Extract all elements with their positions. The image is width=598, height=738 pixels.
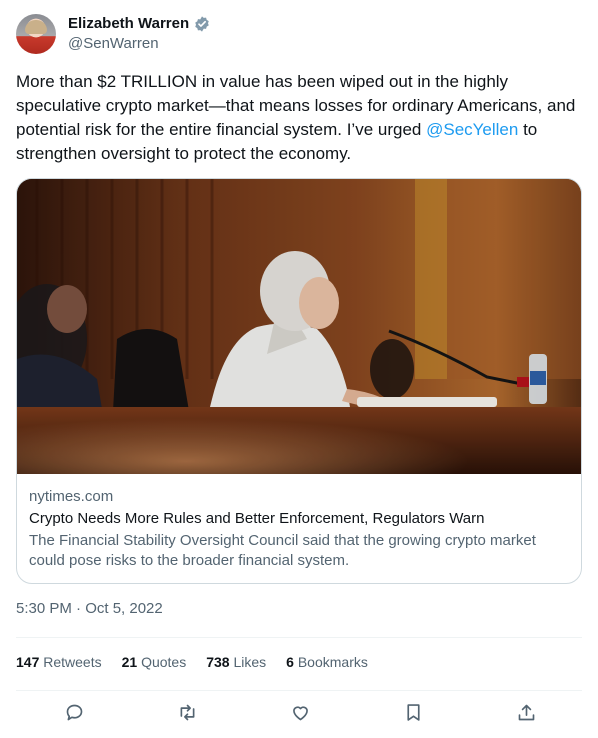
reply-icon [66,704,82,720]
avatar[interactable] [16,14,56,54]
retweets-stat[interactable]: 147 Retweets [16,654,102,670]
retweets-label: Retweets [43,654,102,670]
action-bar [16,700,582,724]
card-meta: nytimes.com Crypto Needs More Rules and … [29,486,569,571]
card-photo[interactable] [17,179,581,474]
hearing-photo [17,179,581,474]
like-button[interactable] [288,700,312,724]
bookmark-icon [406,703,420,721]
bookmarks-count: 6 [286,654,294,670]
author-names: Elizabeth Warren @SenWarren [68,14,211,54]
bookmarks-label: Bookmarks [297,654,368,670]
share-button[interactable] [514,700,538,724]
card-title[interactable]: Crypto Needs More Rules and Better Enfor… [29,508,569,530]
quotes-count: 21 [121,654,138,670]
mention-link[interactable]: @SecYellen [426,120,518,139]
retweet-icon [180,704,194,720]
card-domain: nytimes.com [29,488,114,505]
quotes-stat[interactable]: 21 Quotes [122,654,187,670]
share-icon [518,704,534,720]
tweet-text: More than $2 TRILLION in value has been … [16,70,576,166]
card-description: The Financial Stability Oversight Counci… [29,532,536,569]
likes-stat[interactable]: 738 Likes [206,654,266,670]
tweet-header: Elizabeth Warren @SenWarren [16,12,211,56]
retweet-button[interactable] [175,700,199,724]
author-handle[interactable]: @SenWarren [68,34,211,54]
bookmarks-stat[interactable]: 6 Bookmarks [286,654,368,670]
engagement-stats: 147 Retweets 21 Quotes 738 Likes 6 Bookm… [16,654,368,670]
quotes-label: Quotes [141,654,187,670]
likes-label: Likes [233,654,267,670]
like-icon [292,705,308,720]
divider [16,637,582,638]
verified-badge-icon [195,16,209,32]
link-card[interactable]: nytimes.com Crypto Needs More Rules and … [16,178,582,584]
bookmark-button[interactable] [401,700,425,724]
reply-button[interactable] [62,700,86,724]
likes-count: 738 [206,654,230,670]
retweets-count: 147 [16,654,40,670]
timestamp[interactable]: 5:30 PM · Oct 5, 2022 [16,600,163,617]
divider [16,690,582,691]
author-display-name[interactable]: Elizabeth Warren [68,14,189,34]
